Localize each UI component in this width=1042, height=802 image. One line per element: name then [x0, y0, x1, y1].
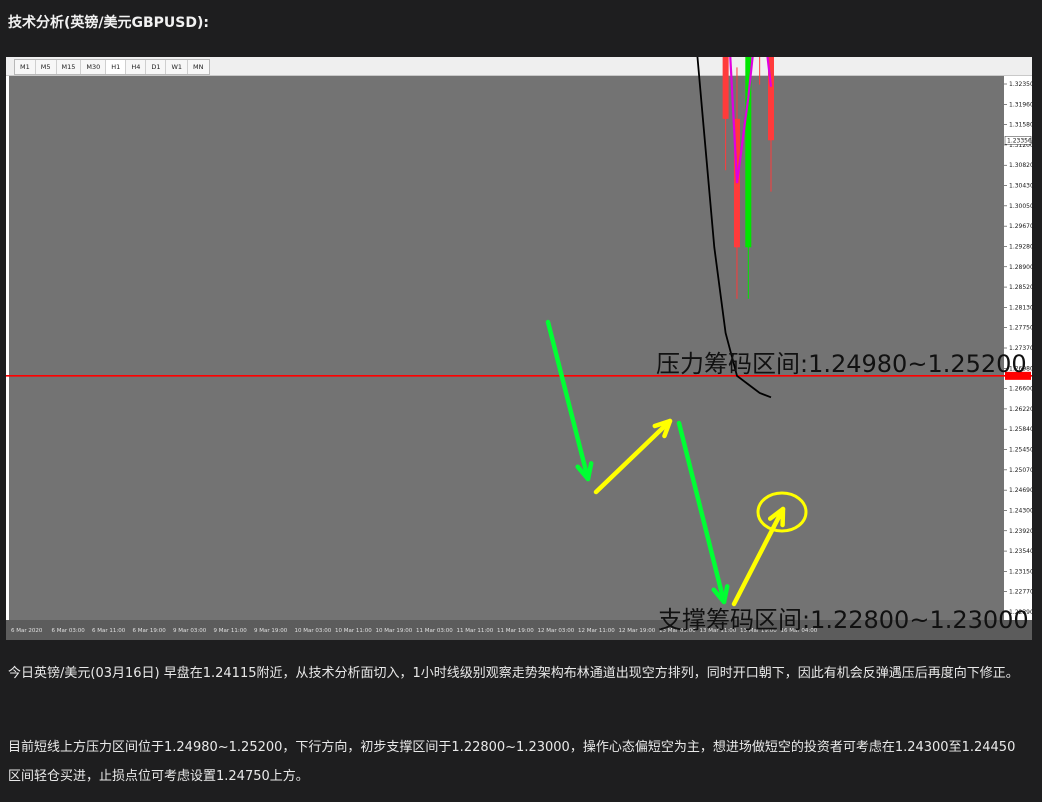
- y-tick-label: 1.28130: [1009, 304, 1032, 311]
- current-price-label: 1.23356: [1007, 137, 1032, 144]
- yellow-arrow-up-1: [593, 418, 673, 495]
- green-arrow-down-2: [676, 420, 727, 605]
- y-tick-label: 1.32350: [1009, 81, 1032, 88]
- x-tick-label: 10 Mar 03:00: [295, 628, 332, 634]
- x-tick-label: 12 Mar 11:00: [578, 628, 615, 634]
- price-chart[interactable]: 1.323501.319601.315801.312001.308201.304…: [6, 57, 1032, 640]
- y-tick-label: 1.25450: [1009, 447, 1032, 454]
- y-tick-label: 1.30430: [1009, 183, 1032, 190]
- x-tick-label: 9 Mar 11:00: [214, 628, 248, 634]
- y-tick-label: 1.31960: [1009, 101, 1032, 108]
- y-tick-label: 1.24300: [1009, 507, 1032, 514]
- page-title: 技术分析(英镑/美元GBPUSD):: [8, 15, 210, 31]
- y-tick-label: 1.25840: [1009, 426, 1032, 433]
- x-tick-label: 6 Mar 2020: [11, 628, 43, 634]
- y-tick-label: 1.30820: [1009, 162, 1032, 169]
- x-tick-label: 11 Mar 19:00: [497, 628, 534, 634]
- x-tick-label: 6 Mar 03:00: [52, 628, 86, 634]
- y-tick-label: 1.23150: [1009, 568, 1032, 575]
- y-tick-label: 1.26220: [1009, 406, 1032, 413]
- resistance-annotation: 压力筹码区间:1.24980~1.25200: [656, 350, 1027, 378]
- y-tick-label: 1.30050: [1009, 203, 1032, 210]
- analysis-paragraph-2: 目前短线上方压力区间位于1.24980~1.25200，下行方向，初步支撑区间于…: [8, 740, 1016, 784]
- support-annotation: 支撑筹码区间:1.22800~1.23000: [658, 606, 1029, 634]
- y-tick-label: 1.24690: [1009, 487, 1032, 494]
- y-tick-label: 1.28520: [1009, 284, 1032, 291]
- y-tick-label: 1.22770: [1009, 589, 1032, 596]
- x-tick-label: 9 Mar 03:00: [173, 628, 207, 634]
- y-tick-label: 1.31580: [1009, 122, 1032, 129]
- x-tick-label: 10 Mar 19:00: [376, 628, 413, 634]
- x-tick-label: 11 Mar 11:00: [457, 628, 494, 634]
- y-tick-label: 1.28900: [1009, 264, 1032, 271]
- y-tick-label: 1.23920: [1009, 528, 1032, 535]
- y-tick-label: 1.29280: [1009, 243, 1032, 250]
- x-tick-label: 12 Mar 03:00: [538, 628, 575, 634]
- yellow-arrow-up-2: [731, 506, 786, 607]
- y-tick-label: 1.25070: [1009, 467, 1032, 474]
- bollinger-lower-band: [696, 57, 772, 399]
- x-tick-label: 10 Mar 11:00: [335, 628, 372, 634]
- x-tick-label: 6 Mar 19:00: [133, 628, 167, 634]
- green-arrow-down-1: [545, 319, 591, 482]
- x-tick-label: 6 Mar 11:00: [92, 628, 126, 634]
- candle: [722, 57, 729, 119]
- x-tick-label: 12 Mar 19:00: [619, 628, 656, 634]
- chart-panel[interactable]: M1 M5 M15 M30 H1 H4 D1 W1 MN 1.32350 1.31960 1.315…: [6, 57, 1032, 640]
- x-tick-label: 11 Mar 03:00: [416, 628, 453, 634]
- analysis-paragraph-1: 今日英镑/美元(03月16日) 早盘在1.24115附近，从技术分析面切入，1小…: [8, 666, 1019, 681]
- moving-average-magenta: [729, 57, 773, 184]
- y-tick-label: 1.23540: [1009, 548, 1032, 555]
- y-tick-label: 1.26600: [1009, 386, 1032, 393]
- y-tick-label: 1.27750: [1009, 325, 1032, 332]
- y-tick-label: 1.29670: [1009, 223, 1032, 230]
- x-tick-label: 9 Mar 19:00: [254, 628, 288, 634]
